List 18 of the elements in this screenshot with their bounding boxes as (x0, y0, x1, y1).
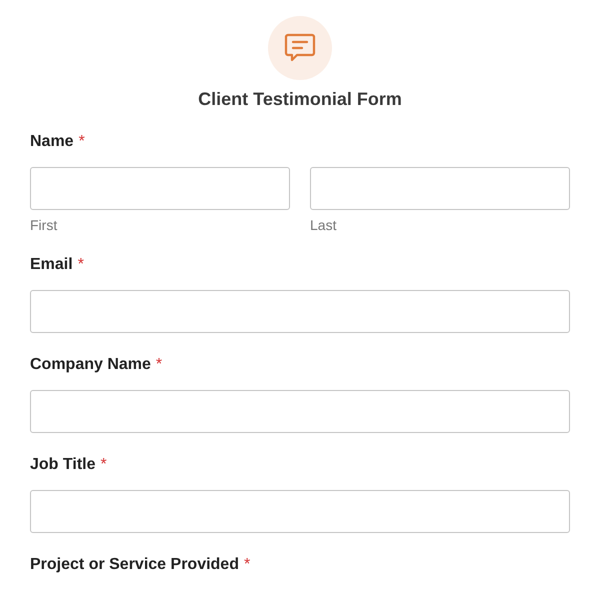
input-field[interactable] (310, 167, 570, 210)
required-mark: * (244, 556, 250, 574)
input-field[interactable] (30, 290, 570, 333)
required-mark: * (100, 456, 107, 474)
required-mark: * (78, 256, 84, 274)
input-field[interactable] (30, 490, 570, 533)
sub-label: First (30, 217, 58, 233)
input-field[interactable] (30, 390, 570, 433)
field-label: Email (30, 256, 73, 274)
field-label: Company Name (30, 356, 151, 374)
required-mark: * (78, 133, 85, 151)
field-label: Job Title (30, 456, 96, 474)
input-field[interactable] (30, 167, 290, 210)
form-title: Client Testimonial Form (198, 88, 402, 110)
field-label: Name (30, 133, 74, 151)
sub-label: Last (310, 217, 338, 233)
field-label: Project or Service Provided (30, 556, 239, 574)
required-mark: * (156, 356, 162, 374)
